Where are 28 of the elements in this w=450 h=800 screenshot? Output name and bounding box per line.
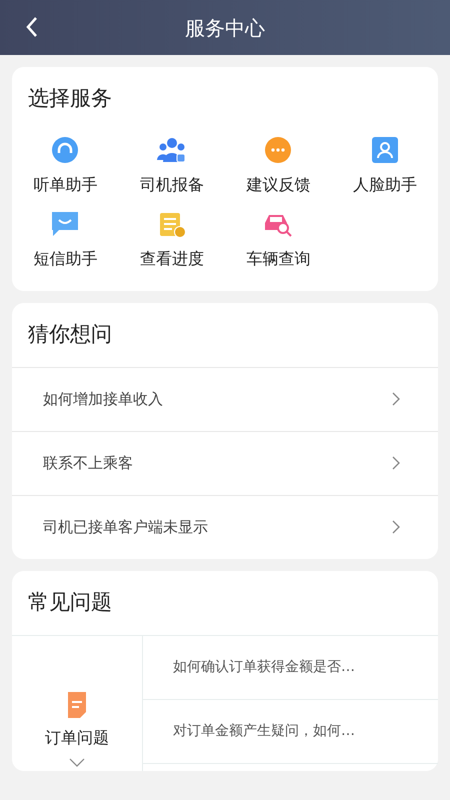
chevron-right-icon [392,456,400,470]
user-icon [370,136,399,164]
faq-question[interactable]: 如何确认订单获得金额是否… [143,636,438,700]
back-button[interactable] [26,16,38,38]
question-item[interactable]: 联系不上乘客 [12,430,438,494]
faq-question[interactable]: 对订单金额产生疑问，如何… [143,700,438,764]
category-tab[interactable]: 订单问题 [12,636,143,770]
back-icon [26,16,38,38]
service-item[interactable]: 人脸助手 [332,134,438,196]
document-icon [66,692,88,718]
chevron-right-icon [392,392,400,406]
service-item[interactable]: 查看进度 [118,208,225,270]
service-item[interactable]: 听单助手 [12,134,118,196]
service-item[interactable]: 短信助手 [12,208,118,270]
section-title: 选择服务 [27,85,113,112]
message-icon [50,210,80,238]
people-icon [156,136,187,164]
question-item[interactable]: 如何增加接单收入 [12,366,438,430]
section-title: 猜你想问 [27,320,113,348]
service-item[interactable]: 建议反馈 [225,134,332,196]
chevron-right-icon [392,520,400,534]
section-title: 常见问题 [27,588,113,616]
more-icon [264,136,292,164]
headset-icon [51,136,80,164]
page-title: 服务中心 [185,14,265,42]
service-item[interactable]: 司机报备 [118,134,225,196]
service-item[interactable]: 车辆查询 [225,208,332,270]
question-item[interactable]: 司机已接单客户端未显示 [12,494,438,558]
